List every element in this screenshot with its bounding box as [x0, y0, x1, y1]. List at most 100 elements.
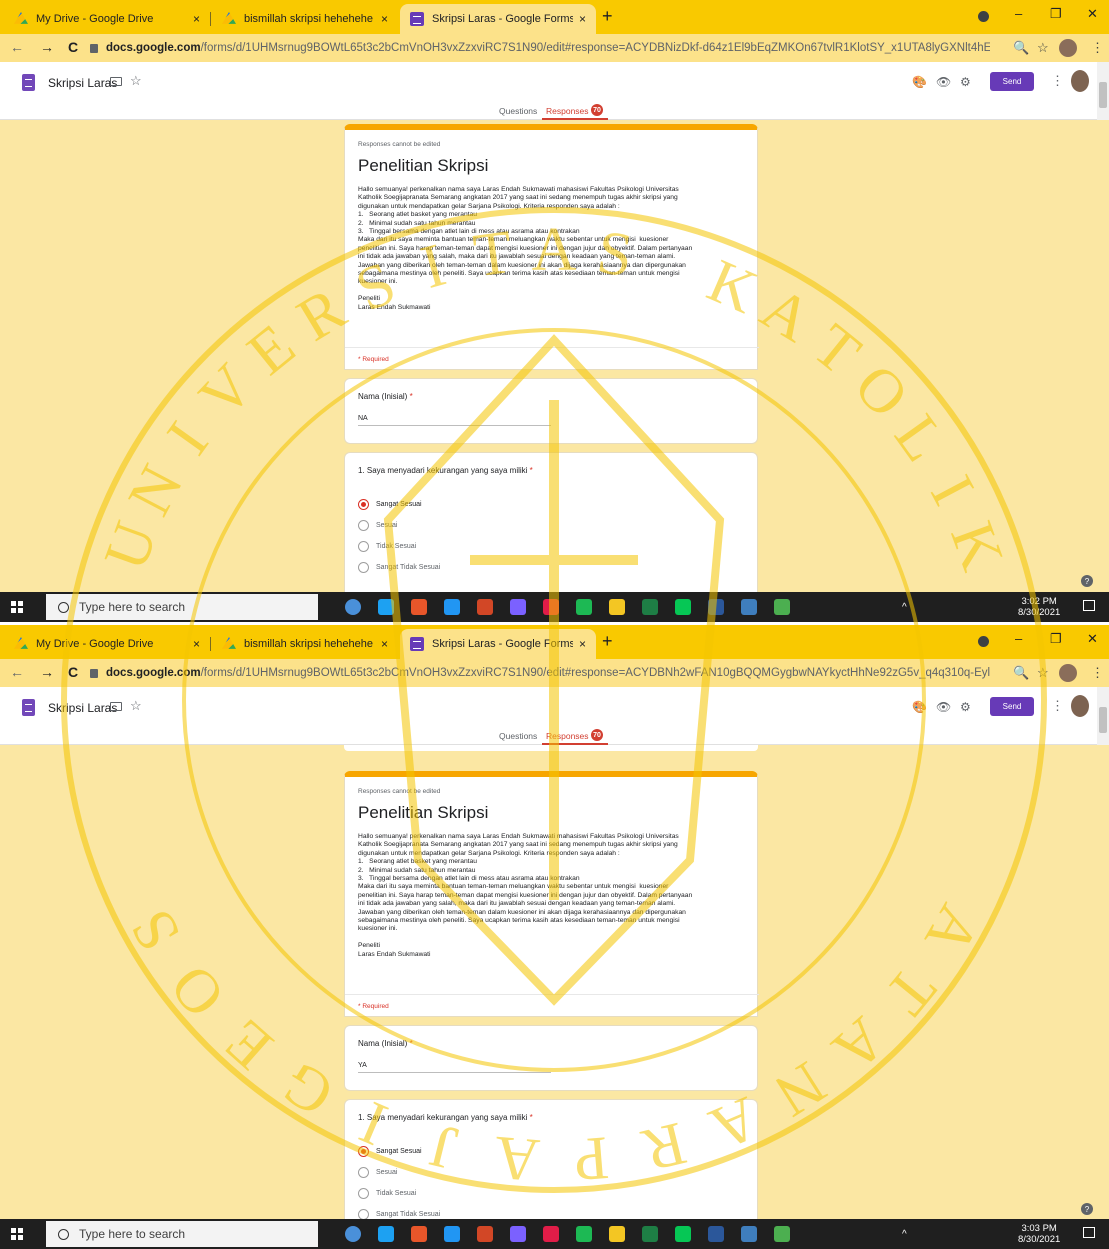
- tab-close-icon[interactable]: ×: [579, 12, 586, 26]
- profile-icon[interactable]: [978, 11, 989, 22]
- taskbar-app-icon[interactable]: [642, 1226, 658, 1242]
- bookmark-star-icon[interactable]: ☆: [1037, 665, 1049, 681]
- tab-close-icon[interactable]: ×: [193, 12, 200, 26]
- tab-questions[interactable]: Questions: [499, 731, 537, 741]
- close-window-button[interactable]: ✕: [1087, 6, 1098, 22]
- taskbar-app-icon[interactable]: [609, 599, 625, 615]
- new-tab-button[interactable]: +: [602, 631, 613, 652]
- taskbar-app-icon[interactable]: [510, 599, 526, 615]
- taskbar-app-icon[interactable]: [444, 1226, 460, 1242]
- taskbar-app-icon[interactable]: [345, 1226, 361, 1242]
- zoom-icon[interactable]: 🔍: [1013, 40, 1029, 56]
- tab-close-icon[interactable]: ×: [579, 637, 586, 651]
- new-tab-button[interactable]: +: [602, 6, 613, 27]
- tab-close-icon[interactable]: ×: [381, 637, 388, 651]
- chrome-profile-avatar[interactable]: [1059, 39, 1077, 57]
- taskbar-app-icon[interactable]: [477, 1226, 493, 1242]
- tray-expand-icon[interactable]: ^: [902, 602, 907, 613]
- send-button[interactable]: Send: [990, 697, 1034, 716]
- forms-logo-icon[interactable]: [22, 699, 35, 716]
- tab-close-icon[interactable]: ×: [193, 637, 200, 651]
- maximize-button[interactable]: ❐: [1050, 6, 1062, 22]
- taskbar-app-icon[interactable]: [609, 1226, 625, 1242]
- zoom-icon[interactable]: 🔍: [1013, 665, 1029, 681]
- folder-icon[interactable]: [110, 77, 122, 86]
- chrome-profile-avatar[interactable]: [1059, 664, 1077, 682]
- taskbar-app-icon[interactable]: [642, 599, 658, 615]
- tab-skripsi-laras[interactable]: Skripsi Laras - Google Forms ×: [400, 4, 596, 34]
- taskbar-search-input[interactable]: Type here to search: [46, 594, 318, 620]
- chrome-menu-icon[interactable]: ⋮: [1091, 40, 1104, 56]
- taskbar-app-icon[interactable]: [510, 1226, 526, 1242]
- doc-title[interactable]: Skripsi Laras: [48, 701, 117, 715]
- profile-icon[interactable]: [978, 636, 989, 647]
- scrollbar-thumb[interactable]: [1099, 82, 1107, 108]
- url-input[interactable]: docs.google.com/forms/d/1UHMsrnug9BOWtL6…: [90, 662, 990, 684]
- option-tidak-sesuai[interactable]: Tidak Sesuai: [358, 1187, 416, 1199]
- tab-bismillah-skripsi[interactable]: bismillah skripsi hehehehe - Goo ×: [212, 629, 398, 659]
- forms-logo-icon[interactable]: [22, 74, 35, 91]
- taskbar-app-icon[interactable]: [444, 599, 460, 615]
- minimize-button[interactable]: –: [1015, 631, 1022, 646]
- forward-button[interactable]: →: [40, 664, 54, 680]
- option-tidak-sesuai[interactable]: Tidak Sesuai: [358, 540, 416, 552]
- taskbar-app-icon[interactable]: [576, 599, 592, 615]
- taskbar-app-icon[interactable]: [411, 599, 427, 615]
- taskbar-search-input[interactable]: Type here to search: [46, 1221, 318, 1247]
- windows-start-icon[interactable]: [11, 1228, 23, 1240]
- taskbar-app-icon[interactable]: [741, 599, 757, 615]
- tab-responses[interactable]: Responses: [546, 106, 589, 116]
- taskbar-app-icon[interactable]: [576, 1226, 592, 1242]
- option-sangat-tidak-sesuai[interactable]: Sangat Tidak Sesuai: [358, 1208, 440, 1219]
- back-button[interactable]: ←: [10, 39, 24, 55]
- more-menu-icon[interactable]: ⋮: [1051, 73, 1064, 89]
- help-icon[interactable]: ?: [1081, 575, 1093, 587]
- settings-gear-icon[interactable]: ⚙: [960, 75, 971, 89]
- taskbar-app-icon[interactable]: [741, 1226, 757, 1242]
- palette-icon[interactable]: 🎨: [912, 75, 927, 89]
- option-sangat-sesuai[interactable]: Sangat Sesuai: [358, 1145, 422, 1157]
- star-icon[interactable]: ☆: [130, 73, 142, 89]
- tab-bismillah-skripsi[interactable]: bismillah skripsi hehehehe - Goo ×: [212, 4, 398, 34]
- taskbar-app-icon[interactable]: [708, 599, 724, 615]
- bookmark-star-icon[interactable]: ☆: [1037, 40, 1049, 56]
- help-icon[interactable]: ?: [1081, 1203, 1093, 1215]
- tab-responses[interactable]: Responses: [546, 731, 589, 741]
- taskbar-app-icon[interactable]: [675, 1226, 691, 1242]
- taskbar-app-icon[interactable]: [411, 1226, 427, 1242]
- taskbar-app-icon[interactable]: [675, 599, 691, 615]
- account-avatar[interactable]: [1071, 695, 1089, 717]
- preview-eye-icon[interactable]: 👁: [936, 700, 951, 714]
- scrollbar-thumb[interactable]: [1099, 707, 1107, 733]
- tab-my-drive[interactable]: My Drive - Google Drive ×: [4, 4, 210, 34]
- doc-title[interactable]: Skripsi Laras: [48, 76, 117, 90]
- tab-questions[interactable]: Questions: [499, 106, 537, 116]
- clock[interactable]: 3:03 PM 8/30/2021: [1018, 1223, 1060, 1245]
- palette-icon[interactable]: 🎨: [912, 700, 927, 714]
- option-sesuai[interactable]: Sesuai: [358, 519, 397, 531]
- option-sesuai[interactable]: Sesuai: [358, 1166, 397, 1178]
- back-button[interactable]: ←: [10, 664, 24, 680]
- forward-button[interactable]: →: [40, 39, 54, 55]
- taskbar-app-icon[interactable]: [477, 599, 493, 615]
- tab-close-icon[interactable]: ×: [381, 12, 388, 26]
- taskbar-app-icon[interactable]: [774, 1226, 790, 1242]
- option-sangat-tidak-sesuai[interactable]: Sangat Tidak Sesuai: [358, 561, 440, 573]
- tab-my-drive[interactable]: My Drive - Google Drive ×: [4, 629, 210, 659]
- preview-eye-icon[interactable]: 👁: [936, 75, 951, 89]
- taskbar-app-icon[interactable]: [345, 599, 361, 615]
- url-input[interactable]: docs.google.com/forms/d/1UHMsrnug9BOWtL6…: [90, 37, 990, 59]
- notification-icon[interactable]: [1083, 600, 1095, 611]
- taskbar-app-icon[interactable]: [708, 1226, 724, 1242]
- taskbar-app-icon[interactable]: [543, 1226, 559, 1242]
- folder-icon[interactable]: [110, 702, 122, 711]
- notification-icon[interactable]: [1083, 1227, 1095, 1238]
- windows-start-icon[interactable]: [11, 601, 23, 613]
- taskbar-app-icon[interactable]: [543, 599, 559, 615]
- maximize-button[interactable]: ❐: [1050, 631, 1062, 647]
- clock[interactable]: 3:02 PM 8/30/2021: [1018, 596, 1060, 618]
- send-button[interactable]: Send: [990, 72, 1034, 91]
- settings-gear-icon[interactable]: ⚙: [960, 700, 971, 714]
- star-icon[interactable]: ☆: [130, 698, 142, 714]
- more-menu-icon[interactable]: ⋮: [1051, 698, 1064, 714]
